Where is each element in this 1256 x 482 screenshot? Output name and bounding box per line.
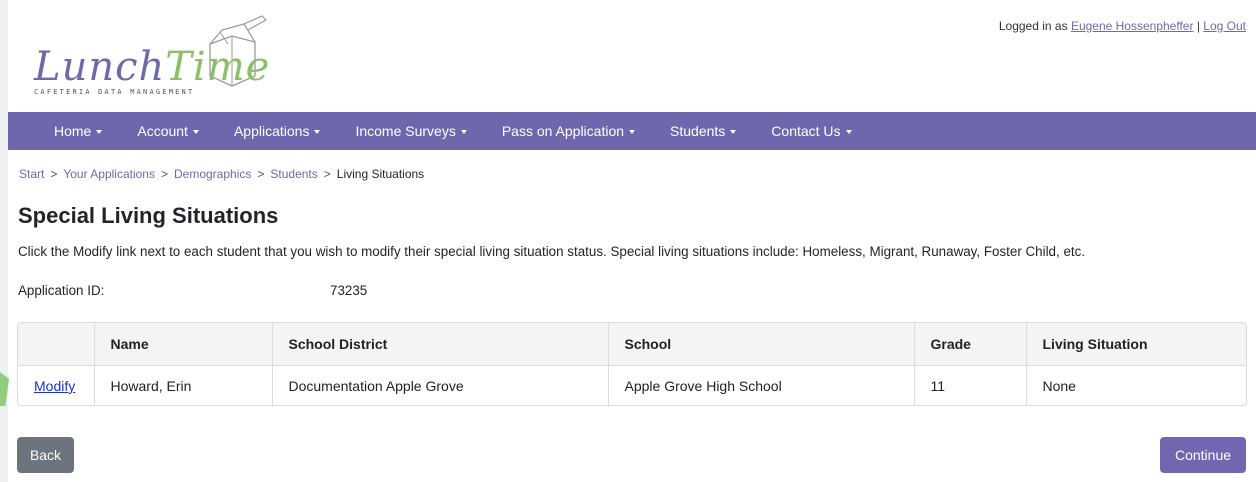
caret-down-icon [730,129,737,134]
header: LunchTime CAFETERIA DATA MANAGEMENT Logg… [8,0,1256,112]
left-edge [0,0,8,482]
continue-button[interactable]: Continue [1160,437,1246,473]
login-prefix: Logged in as [998,19,1068,33]
caret-down-icon [314,129,321,134]
header-grade: Grade [914,323,1027,366]
logo-tagline: CAFETERIA DATA MANAGEMENT [34,88,195,96]
caret-down-icon [845,129,852,134]
nav-applications[interactable]: Applications [234,123,321,139]
breadcrumb-start[interactable]: Start [19,167,44,181]
header-living-situation: Living Situation [1026,323,1246,366]
breadcrumb-students[interactable]: Students [270,167,317,181]
header-school: School [608,323,915,366]
header-name: Name [94,323,273,366]
header-action [18,323,95,366]
cell-school-district: Documentation Apple Grove [272,365,609,405]
login-separator: | [1196,19,1200,33]
breadcrumb-your-applications[interactable]: Your Applications [63,167,155,181]
cell-name: Howard, Erin [94,365,273,405]
cell-living-situation: None [1042,377,1076,394]
logout-link[interactable]: Log Out [1203,19,1246,33]
table-row: Modify Howard, Erin Documentation Apple … [18,365,1246,405]
nav-pass-on-application[interactable]: Pass on Application [502,123,636,139]
application-id-label: Application ID: [18,283,105,298]
main-nav: Home Account Applications Income Surveys… [8,112,1256,150]
caret-down-icon [629,129,636,134]
logo[interactable]: LunchTime CAFETERIA DATA MANAGEMENT [22,14,272,104]
header-school-district: School District [272,323,609,366]
caret-down-icon [460,129,467,134]
nav-students[interactable]: Students [670,123,737,139]
nav-income-surveys[interactable]: Income Surveys [355,123,467,139]
nav-home[interactable]: Home [54,123,103,139]
nav-account[interactable]: Account [137,123,199,139]
cell-school: Apple Grove High School [608,365,915,405]
students-table: Name School District School Grade Living… [17,322,1247,406]
caret-down-icon [96,129,103,134]
modify-link[interactable]: Modify [34,378,75,394]
nav-contact-us[interactable]: Contact Us [771,123,852,139]
application-id-value: 73235 [330,283,368,298]
cell-grade: 11 [914,365,1027,405]
caret-down-icon [192,129,199,134]
back-button[interactable]: Back [17,437,74,473]
breadcrumb-demographics[interactable]: Demographics [174,167,251,181]
breadcrumb-current: Living Situations [336,167,425,181]
instructions-text: Click the Modify link next to each stude… [18,244,1086,259]
table-header-row: Name School District School Grade Living… [18,323,1246,366]
page-title: Special Living Situations [18,203,279,228]
user-link[interactable]: Eugene Hossenpheffer [1071,19,1194,33]
logo-wordmark: LunchTime [34,44,271,90]
breadcrumb: Start > Your Applications > Demographics > Stu… [19,167,425,181]
login-status: Logged in as Eugene Hossenpheffer | Log … [999,19,1246,33]
